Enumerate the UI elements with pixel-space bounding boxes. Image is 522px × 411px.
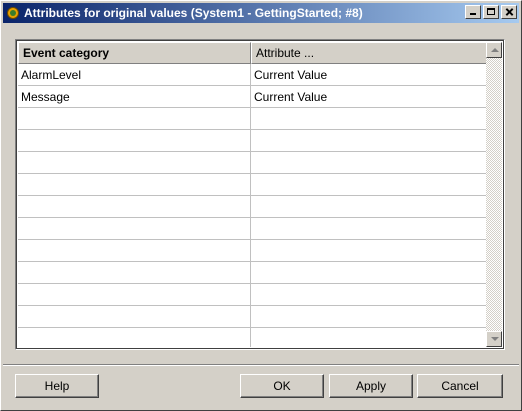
table-row[interactable] bbox=[18, 240, 488, 262]
cell-event-category[interactable] bbox=[18, 240, 251, 261]
table-row[interactable] bbox=[18, 284, 488, 306]
cell-attribute[interactable] bbox=[251, 262, 488, 283]
cell-attribute[interactable] bbox=[251, 174, 488, 195]
table-row[interactable] bbox=[18, 306, 488, 328]
arrow-up-icon bbox=[491, 48, 499, 52]
cell-event-category[interactable] bbox=[18, 328, 251, 347]
cell-attribute[interactable] bbox=[251, 218, 488, 239]
cell-event-category[interactable] bbox=[18, 152, 251, 173]
cell-event-category[interactable] bbox=[18, 130, 251, 151]
cell-attribute[interactable] bbox=[251, 306, 488, 327]
cell-event-category[interactable] bbox=[18, 218, 251, 239]
table-row[interactable] bbox=[18, 262, 488, 284]
table-row[interactable] bbox=[18, 174, 488, 196]
attributes-grid: Event category Attribute ... AlarmLevel C… bbox=[18, 42, 488, 347]
help-button[interactable]: Help bbox=[15, 374, 99, 398]
cell-attribute[interactable]: Current Value bbox=[251, 64, 488, 85]
maximize-icon[interactable] bbox=[483, 5, 499, 19]
cell-attribute[interactable]: Current Value bbox=[251, 86, 488, 107]
cell-event-category[interactable]: Message bbox=[18, 86, 251, 107]
apply-button[interactable]: Apply bbox=[329, 374, 413, 398]
table-row[interactable] bbox=[18, 108, 488, 130]
cell-attribute[interactable] bbox=[251, 240, 488, 261]
title-bar[interactable]: Attributes for original values (System1 … bbox=[3, 3, 519, 23]
cell-event-category[interactable] bbox=[18, 284, 251, 305]
table-row[interactable] bbox=[18, 218, 488, 240]
dialog-window: Attributes for original values (System1 … bbox=[0, 0, 522, 411]
table-row[interactable] bbox=[18, 130, 488, 152]
window-controls bbox=[465, 5, 517, 19]
cell-event-category[interactable] bbox=[18, 196, 251, 217]
vertical-scrollbar[interactable] bbox=[486, 42, 502, 347]
cancel-button[interactable]: Cancel bbox=[417, 374, 503, 398]
grid-body: AlarmLevel Current Value Message Current Va… bbox=[18, 64, 488, 347]
cell-attribute[interactable] bbox=[251, 130, 488, 151]
gear-icon[interactable] bbox=[6, 6, 20, 20]
cell-attribute[interactable] bbox=[251, 108, 488, 129]
column-header-event-category[interactable]: Event category bbox=[18, 42, 251, 64]
table-row[interactable]: AlarmLevel Current Value bbox=[18, 64, 488, 86]
scroll-down-button[interactable] bbox=[486, 331, 502, 347]
minimize-icon[interactable] bbox=[465, 5, 481, 19]
close-icon[interactable] bbox=[501, 5, 517, 19]
column-header-attribute[interactable]: Attribute ... bbox=[251, 42, 488, 64]
attributes-grid-frame: Event category Attribute ... AlarmLevel C… bbox=[15, 39, 505, 350]
cell-attribute[interactable] bbox=[251, 284, 488, 305]
cell-event-category[interactable] bbox=[18, 108, 251, 129]
cell-event-category[interactable] bbox=[18, 262, 251, 283]
cell-event-category[interactable] bbox=[18, 306, 251, 327]
arrow-down-icon bbox=[491, 337, 499, 341]
table-row[interactable] bbox=[18, 328, 488, 347]
ok-button[interactable]: OK bbox=[240, 374, 324, 398]
grid-header: Event category Attribute ... bbox=[18, 42, 488, 64]
cell-attribute[interactable] bbox=[251, 196, 488, 217]
cell-event-category[interactable]: AlarmLevel bbox=[18, 64, 251, 85]
button-bar: Help OK Apply Cancel bbox=[3, 364, 519, 409]
scroll-up-button[interactable] bbox=[486, 42, 502, 58]
cell-attribute[interactable] bbox=[251, 328, 488, 347]
cell-attribute[interactable] bbox=[251, 152, 488, 173]
window-title: Attributes for original values (System1 … bbox=[24, 6, 363, 20]
table-row[interactable] bbox=[18, 152, 488, 174]
table-row[interactable] bbox=[18, 196, 488, 218]
cell-event-category[interactable] bbox=[18, 174, 251, 195]
table-row[interactable]: Message Current Value bbox=[18, 86, 488, 108]
